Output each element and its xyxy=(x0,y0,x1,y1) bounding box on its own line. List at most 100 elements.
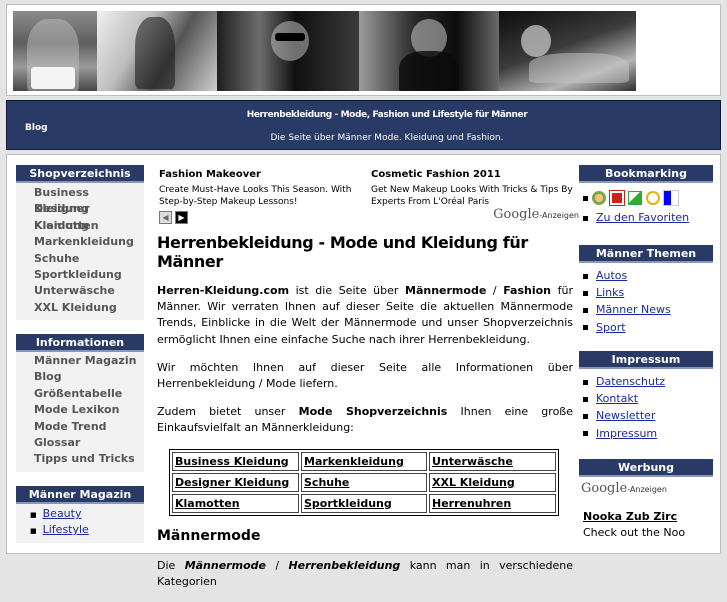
shop-table-link[interactable]: Markenkleidung xyxy=(304,455,404,468)
shop-table-link[interactable]: Designer Kleidung xyxy=(175,476,289,489)
search-icon[interactable] xyxy=(646,191,660,205)
shop-link[interactable]: Designer Kleidung xyxy=(16,201,144,231)
shop-link[interactable]: Markenkleidung xyxy=(16,234,144,250)
shop-link[interactable]: Schuhe xyxy=(16,251,144,267)
impressum-link[interactable]: Impressum xyxy=(596,427,657,440)
ad-next-arrow-icon[interactable]: ▶ xyxy=(175,211,188,224)
text: ist die Seite über xyxy=(289,284,406,297)
bullet-icon xyxy=(583,290,588,296)
info-box: Informationen Männer Magazin Blog Größen… xyxy=(16,334,144,472)
info-list: Männer Magazin Blog Größentabelle Mode L… xyxy=(16,352,144,472)
site-title: Herrenbekleidung - Mode, Fashion und Lif… xyxy=(246,110,528,120)
nav-blog-link[interactable]: Blog xyxy=(25,123,48,133)
add-to-favorites-link[interactable]: Zu den Favoriten xyxy=(596,211,689,224)
theme-link[interactable]: Links xyxy=(596,286,624,299)
impressum-link[interactable]: Newsletter xyxy=(596,409,655,422)
impressum-link[interactable]: Kontakt xyxy=(596,392,638,405)
table-cell: Business Kleidung xyxy=(172,451,299,471)
shop-link[interactable]: Sportkleidung xyxy=(16,267,144,283)
shop-paragraph: Zudem bietet unser Mode Shopverzeichnis … xyxy=(157,404,573,436)
google-ads-label[interactable]: Google-Anzeigen xyxy=(493,207,579,222)
google-logo: Google xyxy=(493,207,540,222)
content-panel: Shopverzeichnis Business Kleidung Design… xyxy=(6,154,721,588)
title-bar: Blog Herrenbekleidung - Mode, Fashion un… xyxy=(6,100,721,150)
table-cell: Klamotten xyxy=(172,493,299,513)
shop-table: Business Kleidung Markenkleidung Unterwä… xyxy=(169,448,559,516)
shop-link[interactable]: Business Kleidung xyxy=(16,185,144,215)
info-link[interactable]: Männer Magazin xyxy=(16,353,144,369)
info-link[interactable]: Glossar xyxy=(16,435,144,451)
shop-table-link[interactable]: Klamotten xyxy=(175,497,240,510)
ad-fashion-makeover[interactable]: Fashion Makeover Create Must-Have Looks … xyxy=(159,169,369,209)
ad-text: Create Must-Have Looks This Season. With… xyxy=(159,184,352,208)
list-item: Kontakt xyxy=(583,390,713,407)
table-row: Designer Kleidung Schuhe XXL Kleidung xyxy=(172,472,556,492)
ad-title[interactable]: Fashion Makeover xyxy=(159,169,369,182)
werbung-title: Werbung xyxy=(579,459,713,477)
banner-photo xyxy=(359,11,499,91)
text: Männermode xyxy=(184,558,266,572)
banner-photo xyxy=(97,11,217,91)
bullet-icon xyxy=(583,379,588,385)
bookmark-service-icon[interactable] xyxy=(628,191,642,205)
banner-photo xyxy=(499,11,636,91)
info-link[interactable]: Blog xyxy=(16,369,144,385)
info-title: Informationen xyxy=(16,334,144,352)
sidebar-ad[interactable]: Nooka Zub Zirc Check out the Noo xyxy=(579,496,713,539)
impressum-link[interactable]: Datenschutz xyxy=(596,375,665,388)
shop-link[interactable]: Klamotten xyxy=(16,218,144,234)
bullet-icon xyxy=(583,307,588,313)
themes-box: Männer Themen Autos Links Männer News Sp… xyxy=(579,245,713,340)
google-logo: Google xyxy=(581,481,628,496)
magazin-link[interactable]: Beauty xyxy=(16,506,144,522)
mode-paragraph: Die Männermode / Herrenbekleidung kann m… xyxy=(157,558,573,590)
text: / xyxy=(486,284,504,297)
theme-link[interactable]: Sport xyxy=(596,321,626,334)
table-cell: Designer Kleidung xyxy=(172,472,299,492)
magazin-link[interactable]: Lifestyle xyxy=(16,522,144,538)
bookmark-service-icon[interactable] xyxy=(663,190,679,206)
ad-cosmetic-fashion[interactable]: Cosmetic Fashion 2011 Get New Makeup Loo… xyxy=(371,169,575,209)
page-heading: Herrenbekleidung - Mode und Kleidung für… xyxy=(157,233,528,271)
shop-link[interactable]: XXL Kleidung xyxy=(16,300,144,316)
banner-photo-strip xyxy=(13,11,636,91)
shop-directory-title: Shopverzeichnis xyxy=(16,165,144,183)
bookmark-service-icon[interactable] xyxy=(592,191,606,205)
theme-link[interactable]: Autos xyxy=(596,269,627,282)
bullet-icon xyxy=(583,431,588,437)
shop-table-link[interactable]: Herrenuhren xyxy=(432,497,511,510)
bullet-icon xyxy=(583,413,588,419)
text: Zudem bietet unser xyxy=(157,405,299,419)
shop-link[interactable]: Unterwäsche xyxy=(16,283,144,299)
ad-prev-arrow-icon[interactable]: ◀ xyxy=(159,211,172,224)
shop-table-link[interactable]: Unterwäsche xyxy=(432,455,513,468)
theme-link[interactable]: Männer News xyxy=(596,303,671,316)
info-link[interactable]: Tipps und Tricks xyxy=(16,451,144,467)
table-cell: Schuhe xyxy=(301,472,427,492)
info-link[interactable]: Mode Lexikon xyxy=(16,402,144,418)
sidebar-ad-text: Check out the Noo xyxy=(583,526,686,539)
shop-table-link[interactable]: Business Kleidung xyxy=(175,455,289,468)
bookmark-service-icon[interactable] xyxy=(609,190,625,206)
main-content: Herrenbekleidung - Mode und Kleidung für… xyxy=(157,233,573,602)
bullet-icon xyxy=(583,396,588,402)
google-ads-label[interactable]: Google-Anzeigen xyxy=(579,477,713,496)
shop-table-link[interactable]: Sportkleidung xyxy=(304,497,392,510)
bullet-icon xyxy=(583,273,588,279)
bullet-icon xyxy=(583,215,588,221)
info-link[interactable]: Mode Trend xyxy=(16,419,144,435)
list-item: Impressum xyxy=(583,425,713,442)
bookmark-icons xyxy=(579,183,713,209)
add-to-favorites-item: Zu den Favoriten xyxy=(583,209,713,226)
ad-text: Get New Makeup Looks With Tricks & Tips … xyxy=(371,184,573,208)
magazin-box: Männer Magazin Beauty Lifestyle xyxy=(16,486,144,543)
werbung-box: Werbung Google-Anzeigen Nooka Zub Zirc C… xyxy=(579,459,713,539)
shop-table-link[interactable]: Schuhe xyxy=(304,476,349,489)
section-heading: Männermode xyxy=(157,527,261,544)
shop-table-link[interactable]: XXL Kleidung xyxy=(432,476,515,489)
info-link[interactable]: Größentabelle xyxy=(16,386,144,402)
sidebar-ad-title[interactable]: Nooka Zub Zirc xyxy=(583,510,713,523)
text: Fashion xyxy=(503,284,552,297)
bullet-icon xyxy=(583,195,588,201)
ad-title[interactable]: Cosmetic Fashion 2011 xyxy=(371,169,575,182)
